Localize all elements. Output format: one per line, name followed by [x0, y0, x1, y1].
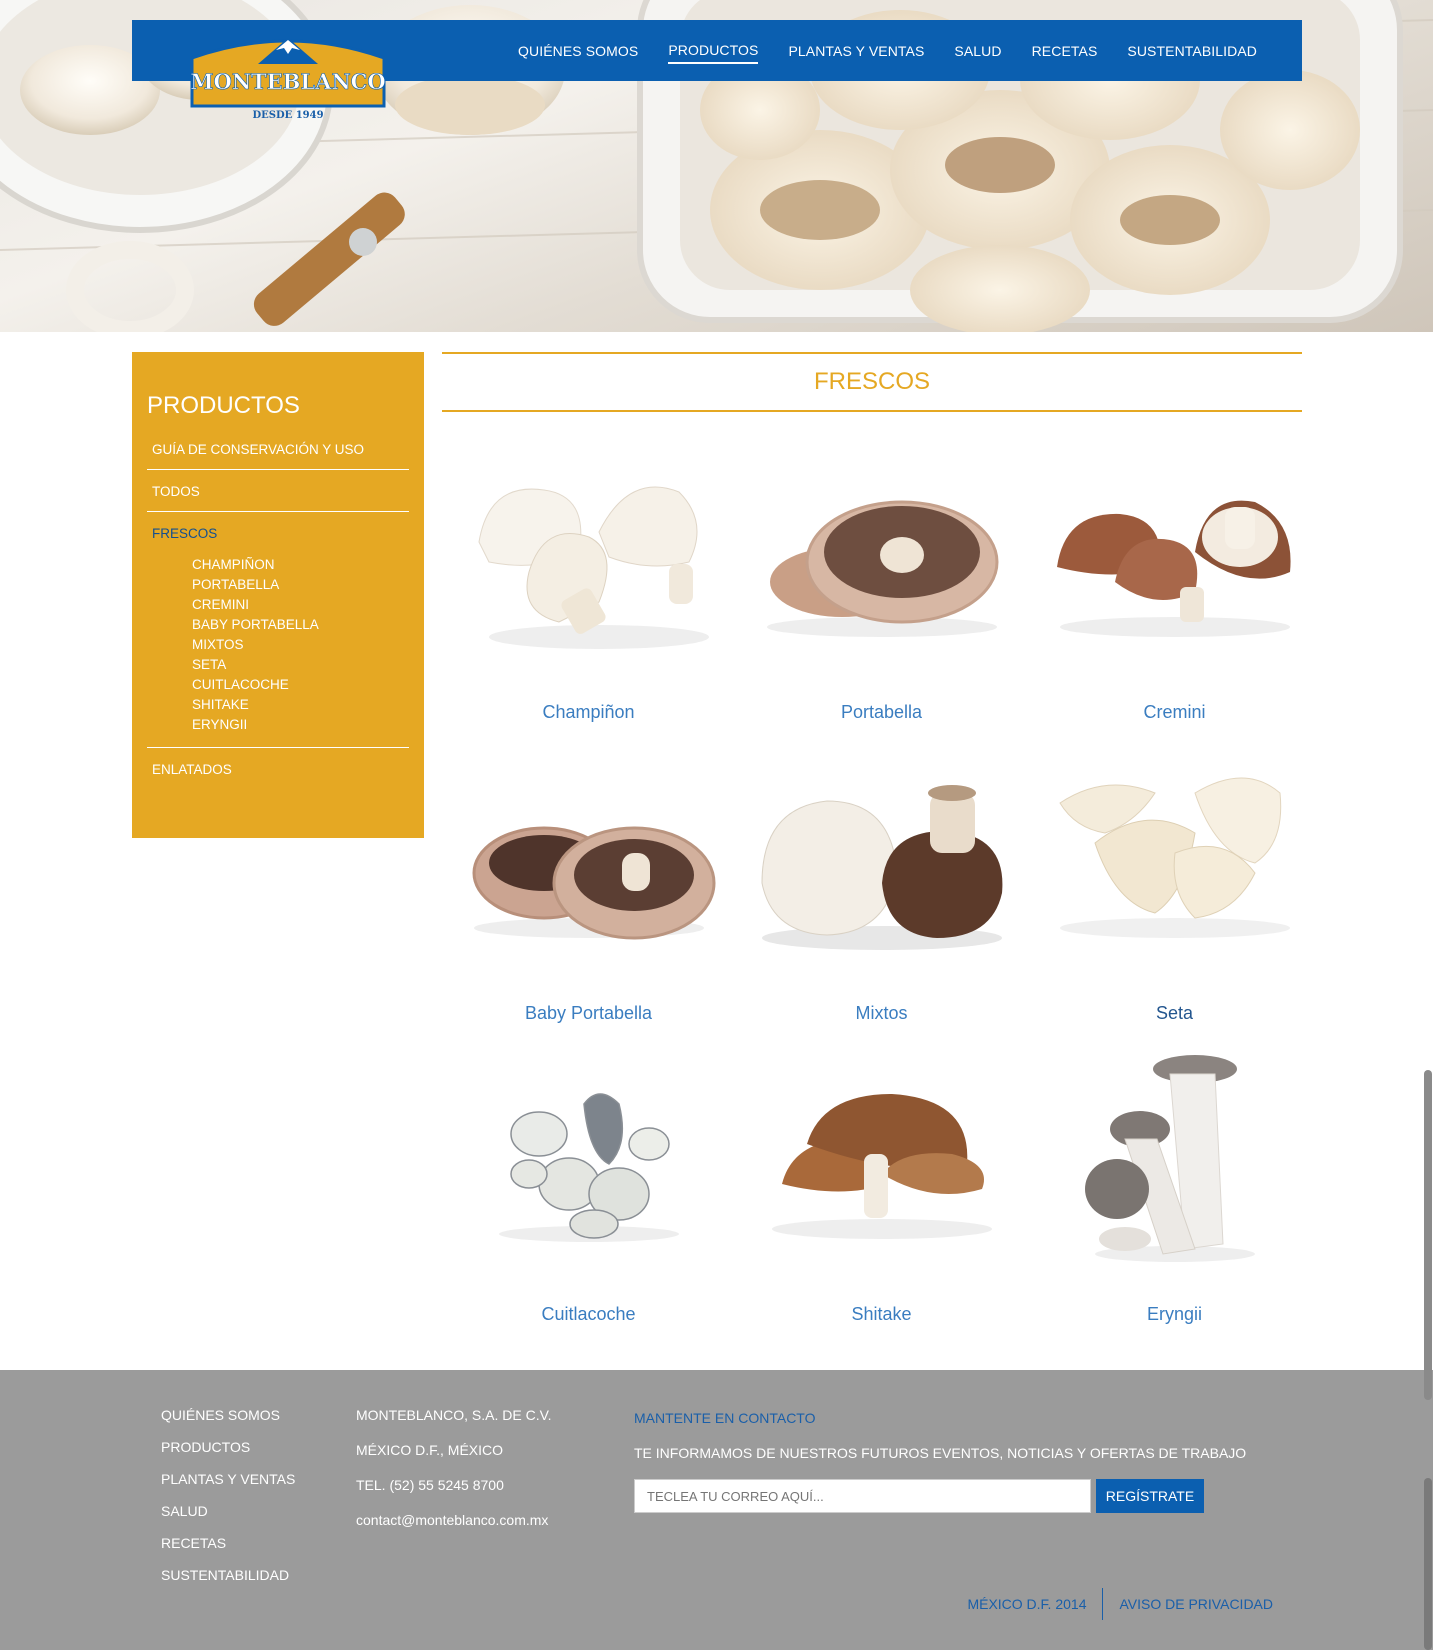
eryngii-image [1084, 1055, 1255, 1262]
submenu-item-portabella[interactable]: PORTABELLA [192, 575, 409, 595]
privacy-link[interactable]: AVISO DE PRIVACIDAD [1119, 1596, 1273, 1612]
newsletter: MANTENTE EN CONTACTO TE INFORMAMOS DE NU… [634, 1410, 1246, 1513]
scrollbar-thumb[interactable] [1424, 1070, 1432, 1400]
seta-image [1058, 777, 1290, 938]
product-name[interactable]: Seta [1028, 1003, 1321, 1024]
sidebar-item-frescos[interactable]: FRESCOS CHAMPIÑON PORTABELLA CREMINI BAB… [147, 512, 409, 748]
submenu-item-shitake[interactable]: SHITAKE [192, 695, 409, 715]
footer-links: QUIÉNES SOMOS PRODUCTOS PLANTAS Y VENTAS… [161, 1407, 295, 1599]
baby-portabella-image [472, 826, 715, 940]
product-card-cremini[interactable]: Cremini [1028, 452, 1321, 753]
company-location: MÉXICO D.F., MÉXICO [356, 1442, 504, 1458]
footer-link-recetas[interactable]: RECETAS [161, 1535, 295, 1551]
footer-link-salud[interactable]: SALUD [161, 1503, 295, 1519]
section-title: FRESCOS [813, 368, 930, 395]
sidebar-submenu-frescos: CHAMPIÑON PORTABELLA CREMINI BABY PORTAB… [147, 555, 409, 735]
footer-divider [1102, 1588, 1104, 1620]
product-card-seta[interactable]: Seta [1028, 753, 1321, 1054]
product-name[interactable]: Champiñon [442, 702, 735, 723]
product-name[interactable]: Cuitlacoche [442, 1304, 735, 1325]
nav-productos[interactable]: PRODUCTOS [668, 38, 759, 64]
submenu-item-cuitlacoche[interactable]: CUITLACOCHE [192, 675, 409, 695]
newsletter-email-input[interactable] [634, 1479, 1091, 1513]
shitake-image [771, 1094, 992, 1239]
page-scrollbar[interactable] [1423, 0, 1433, 1650]
scrollbar-thumb-lower[interactable] [1424, 1478, 1432, 1650]
footer-copyright: MÉXICO D.F. 2014 [967, 1596, 1087, 1612]
cuitlacoche-image [498, 1093, 679, 1242]
footer-company-info: MONTEBLANCO, S.A. DE C.V. MÉXICO D.F., M… [356, 1407, 552, 1547]
footer-link-sustentabilidad[interactable]: SUSTENTABILIDAD [161, 1567, 295, 1583]
footer-link-productos[interactable]: PRODUCTOS [161, 1439, 295, 1455]
nav-sustentabilidad[interactable]: SUSTENTABILIDAD [1127, 39, 1257, 63]
submenu-item-baby-portabella[interactable]: BABY PORTABELLA [192, 615, 409, 635]
company-name: MONTEBLANCO, S.A. DE C.V. [356, 1407, 552, 1423]
product-name[interactable]: Cremini [1028, 702, 1321, 723]
nav-quienes-somos[interactable]: QUIÉNES SOMOS [518, 39, 638, 63]
newsletter-heading: MANTENTE EN CONTACTO [634, 1410, 816, 1426]
newsletter-form: REGÍSTRATE [634, 1479, 1246, 1513]
company-email[interactable]: contact@monteblanco.com.mx [356, 1512, 552, 1528]
nav-recetas[interactable]: RECETAS [1032, 39, 1098, 63]
top-nav-bar: MONTEBLANCO DESDE 1949 QUIÉNES SOMOS PRO… [132, 20, 1302, 120]
sidebar-item-guia[interactable]: GUÍA DE CONSERVACIÓN Y USO [147, 434, 409, 470]
footer-bottom: MÉXICO D.F. 2014 AVISO DE PRIVACIDAD [967, 1588, 1273, 1620]
page: MONTEBLANCO DESDE 1949 QUIÉNES SOMOS PRO… [0, 0, 1433, 1650]
nav-plantas-y-ventas[interactable]: PLANTAS Y VENTAS [788, 39, 924, 63]
product-card-portabella[interactable]: Portabella [735, 452, 1028, 753]
hero-banner: MONTEBLANCO DESDE 1949 QUIÉNES SOMOS PRO… [0, 0, 1433, 332]
product-card-cuitlacoche[interactable]: Cuitlacoche [442, 1054, 735, 1355]
product-grid: Champiñon Portabella Cremini Baby Portab… [442, 452, 1302, 1355]
submenu-item-champinon[interactable]: CHAMPIÑON [192, 555, 409, 575]
monteblanco-logo[interactable]: MONTEBLANCO DESDE 1949 [188, 28, 388, 120]
section-header: FRESCOS [442, 352, 1302, 412]
newsletter-text: TE INFORMAMOS DE NUESTROS FUTUROS EVENTO… [634, 1445, 1247, 1461]
mixtos-image [760, 785, 1002, 950]
cremini-image [1056, 500, 1291, 637]
product-card-baby-portabella[interactable]: Baby Portabella [442, 753, 735, 1054]
submenu-item-seta[interactable]: SETA [192, 655, 409, 675]
sidebar-item-label[interactable]: GUÍA DE CONSERVACIÓN Y USO [147, 442, 409, 457]
sidebar-item-label[interactable]: FRESCOS [147, 526, 409, 541]
sidebar-item-label[interactable]: ENLATADOS [147, 762, 409, 777]
company-phone: TEL. (52) 55 5245 8700 [356, 1477, 504, 1493]
svg-text:DESDE 1949: DESDE 1949 [252, 110, 323, 120]
product-name[interactable]: Portabella [735, 702, 1028, 723]
product-card-champinon[interactable]: Champiñon [442, 452, 735, 753]
sidebar-title: PRODUCTOS [147, 392, 300, 419]
footer: QUIÉNES SOMOS PRODUCTOS PLANTAS Y VENTAS… [0, 1370, 1433, 1650]
product-name[interactable]: Mixtos [735, 1003, 1028, 1024]
portabella-image [766, 500, 998, 637]
product-card-eryngii[interactable]: Eryngii [1028, 1054, 1321, 1355]
svg-text:MONTEBLANCO: MONTEBLANCO [190, 69, 385, 94]
submenu-item-mixtos[interactable]: MIXTOS [192, 635, 409, 655]
register-button[interactable]: REGÍSTRATE [1096, 1479, 1204, 1513]
product-card-shitake[interactable]: Shitake [735, 1054, 1028, 1355]
product-name[interactable]: Baby Portabella [442, 1003, 735, 1024]
logo-mountain-icon: MONTEBLANCO DESDE 1949 [190, 38, 386, 120]
footer-link-plantas-y-ventas[interactable]: PLANTAS Y VENTAS [161, 1471, 295, 1487]
sidebar-item-enlatados[interactable]: ENLATADOS [147, 748, 409, 777]
nav-salud[interactable]: SALUD [954, 39, 1001, 63]
sidebar-item-label[interactable]: TODOS [147, 484, 409, 499]
products-main: FRESCOS Champiñon Portabella Cremini Bab… [442, 352, 1302, 1324]
product-card-mixtos[interactable]: Mixtos [735, 753, 1028, 1054]
submenu-item-eryngii[interactable]: ERYNGII [192, 715, 409, 735]
submenu-item-cremini[interactable]: CREMINI [192, 595, 409, 615]
product-name[interactable]: Shitake [735, 1304, 1028, 1325]
champinon-image [477, 486, 709, 649]
main-navigation: QUIÉNES SOMOS PRODUCTOS PLANTAS Y VENTAS… [518, 20, 1257, 81]
footer-link-quienes-somos[interactable]: QUIÉNES SOMOS [161, 1407, 295, 1423]
sidebar-menu: GUÍA DE CONSERVACIÓN Y USO TODOS FRESCOS… [147, 434, 409, 777]
products-sidebar: PRODUCTOS GUÍA DE CONSERVACIÓN Y USO TOD… [132, 352, 424, 838]
sidebar-item-todos[interactable]: TODOS [147, 470, 409, 512]
product-name[interactable]: Eryngii [1028, 1304, 1321, 1325]
